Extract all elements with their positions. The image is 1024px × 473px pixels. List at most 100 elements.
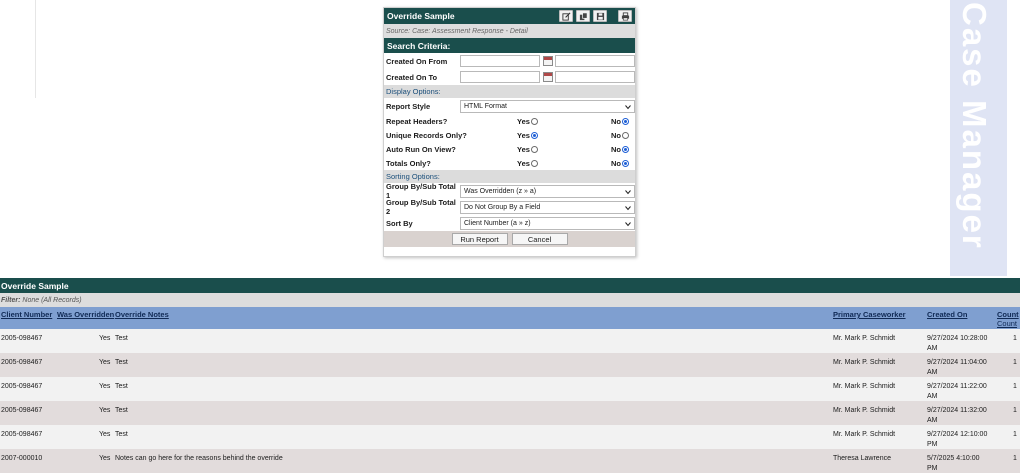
count-cell: 1 bbox=[1013, 407, 1017, 414]
created-on-cell: 9/27/2024 11:22:00 AM bbox=[927, 382, 987, 402]
was-overridden-cell: Yes bbox=[99, 455, 111, 462]
calendar-icon[interactable] bbox=[543, 72, 553, 82]
was-overridden-cell: Yes bbox=[99, 383, 111, 390]
report-style-label: Report Style bbox=[386, 101, 431, 111]
report-title-bar: Override Sample bbox=[0, 278, 1020, 293]
yes-label: Yes bbox=[517, 131, 530, 140]
table-row: 2007-000010 Yes Notes can go here for th… bbox=[0, 449, 1020, 473]
created-on-date: 9/27/2024 12:10:00 bbox=[927, 431, 988, 438]
created-on-from-input[interactable] bbox=[460, 55, 540, 67]
chevron-down-icon bbox=[625, 105, 631, 110]
no-label: No bbox=[611, 159, 621, 168]
override-notes-cell: Notes can go here for the reasons behind… bbox=[115, 455, 283, 462]
chevron-down-icon bbox=[625, 206, 631, 211]
created-on-date: 9/27/2024 11:32:00 bbox=[927, 407, 987, 414]
calendar-icon[interactable] bbox=[543, 56, 553, 66]
created-on-date: 5/7/2025 4:10:00 bbox=[927, 455, 980, 462]
caseworker-cell: Mr. Mark P. Schmidt bbox=[833, 407, 896, 414]
created-on-cell: 9/27/2024 12:10:00 PM bbox=[927, 430, 987, 450]
group2-value: Do Not Group By a Field bbox=[464, 204, 541, 211]
report-style-value: HTML Format bbox=[464, 103, 507, 110]
count-cell: 1 bbox=[1013, 455, 1017, 462]
totals-only-no[interactable]: No bbox=[611, 159, 629, 168]
totals-only-yes-radio[interactable] bbox=[530, 160, 538, 167]
edit-icon[interactable] bbox=[559, 10, 573, 22]
table-row: 2005-098467 Yes Test Mr. Mark P. Schmidt… bbox=[0, 329, 1020, 353]
save-icon[interactable] bbox=[593, 10, 607, 22]
panel-button-bar: Run Report Cancel bbox=[384, 231, 635, 247]
repeat-headers-no[interactable]: No bbox=[611, 117, 629, 126]
auto-run-yes-radio[interactable] bbox=[530, 146, 538, 153]
column-created-on[interactable]: Created On bbox=[927, 310, 967, 319]
group2-label: Group By/Sub Total 2 bbox=[386, 198, 456, 216]
sortby-label: Sort By bbox=[386, 218, 413, 228]
repeat-headers-label: Repeat Headers? bbox=[386, 116, 448, 126]
created-on-date: 9/27/2024 10:28:00 bbox=[927, 335, 988, 342]
run-report-button[interactable]: Run Report bbox=[451, 233, 508, 245]
caseworker-cell: Theresa Lawrence bbox=[833, 455, 891, 462]
filter-label: Filter: bbox=[1, 296, 21, 304]
copy-icon[interactable] bbox=[576, 10, 590, 22]
group2-select[interactable]: Do Not Group By a Field bbox=[460, 201, 635, 214]
created-on-ampm: AM bbox=[927, 369, 938, 376]
unique-records-row: Unique Records Only? Yes No bbox=[384, 128, 635, 142]
auto-run-no[interactable]: No bbox=[611, 145, 629, 154]
repeat-headers-yes[interactable]: Yes bbox=[517, 117, 538, 126]
unique-records-no[interactable]: No bbox=[611, 131, 629, 140]
was-overridden-cell: Yes bbox=[99, 359, 111, 366]
table-row: 2005-098467 Yes Test Mr. Mark P. Schmidt… bbox=[0, 401, 1020, 425]
auto-run-no-radio[interactable] bbox=[622, 146, 629, 153]
was-overridden-cell: Yes bbox=[99, 431, 111, 438]
panel-title: Override Sample bbox=[387, 11, 455, 21]
unique-records-yes-radio[interactable] bbox=[530, 132, 538, 139]
override-notes-cell: Test bbox=[115, 359, 128, 366]
panel-title-bar: Override Sample bbox=[384, 8, 635, 24]
override-notes-cell: Test bbox=[115, 383, 128, 390]
display-options-header: Display Options: bbox=[384, 85, 635, 98]
group1-select[interactable]: Was Overridden (z » a) bbox=[460, 185, 635, 198]
created-on-to-row: Created On To bbox=[384, 69, 635, 85]
caseworker-cell: Mr. Mark P. Schmidt bbox=[833, 359, 896, 366]
created-on-date: 9/27/2024 11:04:00 bbox=[927, 359, 987, 366]
yes-label: Yes bbox=[517, 145, 530, 154]
totals-only-label: Totals Only? bbox=[386, 158, 431, 168]
column-override-notes[interactable]: Override Notes bbox=[115, 310, 169, 319]
created-on-to-time-input[interactable] bbox=[555, 71, 635, 83]
source-label: Source: Case: Assessment Response - Deta… bbox=[384, 24, 635, 38]
created-on-to-input[interactable] bbox=[460, 71, 540, 83]
caseworker-cell: Mr. Mark P. Schmidt bbox=[833, 335, 896, 342]
no-label: No bbox=[611, 117, 621, 126]
group2-row: Group By/Sub Total 2 Do Not Group By a F… bbox=[384, 198, 635, 216]
report-style-select[interactable]: HTML Format bbox=[460, 100, 635, 113]
totals-only-no-radio[interactable] bbox=[622, 160, 629, 167]
no-label: No bbox=[611, 131, 621, 140]
column-count[interactable]: Count bbox=[997, 310, 1019, 319]
filter-value: None (All Records) bbox=[22, 296, 82, 304]
sortby-select[interactable]: Client Number (a » z) bbox=[460, 217, 635, 230]
unique-records-no-radio[interactable] bbox=[622, 132, 629, 139]
repeat-headers-no-radio[interactable] bbox=[622, 118, 629, 125]
created-on-ampm: AM bbox=[927, 417, 938, 424]
created-on-cell: 5/7/2025 4:10:00 PM bbox=[927, 454, 980, 473]
column-client-number[interactable]: Client Number bbox=[1, 310, 52, 319]
created-on-cell: 9/27/2024 11:32:00 AM bbox=[927, 406, 987, 426]
filter-bar: Filter: None (All Records) bbox=[0, 293, 1020, 307]
override-notes-cell: Test bbox=[115, 431, 128, 438]
auto-run-yes[interactable]: Yes bbox=[517, 145, 538, 154]
created-on-from-row: Created On From bbox=[384, 53, 635, 69]
repeat-headers-yes-radio[interactable] bbox=[530, 118, 538, 125]
column-count-subtotal[interactable]: Count bbox=[997, 319, 1017, 328]
created-on-from-time-input[interactable] bbox=[555, 55, 635, 67]
count-cell: 1 bbox=[1013, 359, 1017, 366]
column-was-overridden[interactable]: Was Overridden bbox=[57, 310, 114, 319]
client-number-cell: 2005-098467 bbox=[1, 407, 43, 414]
print-icon[interactable] bbox=[618, 10, 632, 22]
totals-only-yes[interactable]: Yes bbox=[517, 159, 538, 168]
group1-row: Group By/Sub Total 1 Was Overridden (z »… bbox=[384, 182, 635, 200]
totals-only-row: Totals Only? Yes No bbox=[384, 156, 635, 170]
cancel-button[interactable]: Cancel bbox=[511, 233, 568, 245]
caseworker-cell: Mr. Mark P. Schmidt bbox=[833, 431, 896, 438]
column-primary-caseworker[interactable]: Primary Caseworker bbox=[833, 310, 906, 319]
unique-records-yes[interactable]: Yes bbox=[517, 131, 538, 140]
count-cell: 1 bbox=[1013, 383, 1017, 390]
